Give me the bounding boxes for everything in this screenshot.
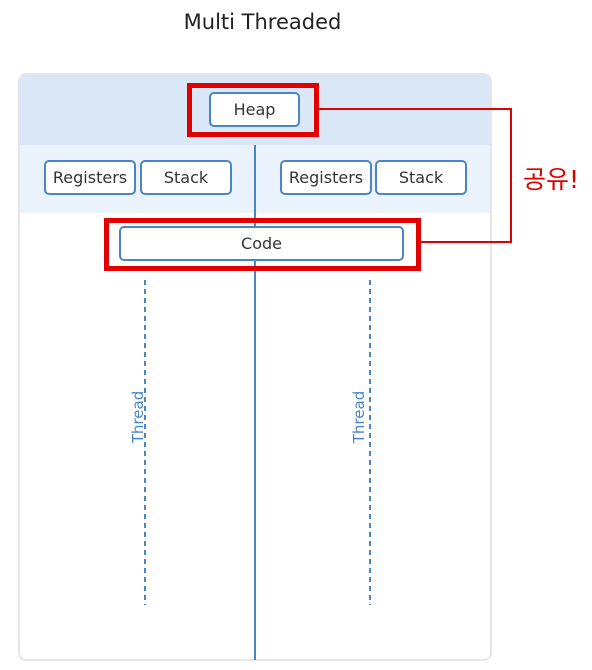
left-registers-box: Registers [44, 160, 136, 195]
right-registers-box: Registers [280, 160, 372, 195]
shared-annotation: 공유! [523, 165, 580, 194]
left-stack-box: Stack [140, 160, 232, 195]
right-stack-box: Stack [375, 160, 467, 195]
right-thread-label: Thread [350, 390, 368, 444]
heap-highlight [187, 83, 319, 137]
left-thread-label: Thread [129, 390, 147, 444]
code-highlight [104, 218, 421, 271]
